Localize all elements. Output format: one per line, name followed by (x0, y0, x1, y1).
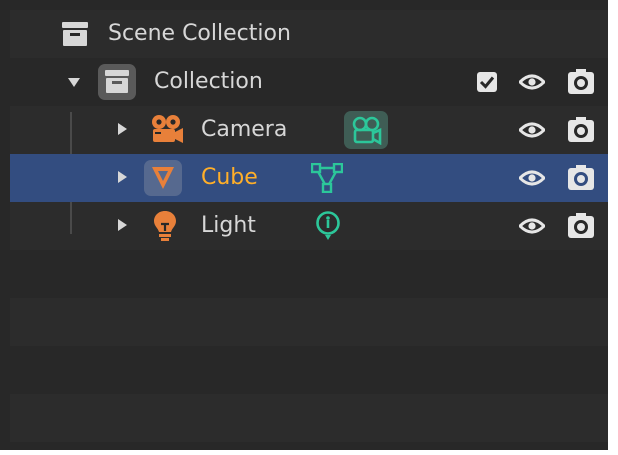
object-row-camera[interactable]: Camera (10, 106, 608, 154)
outliner-panel: Scene Collection Collection Camera Cube … (0, 0, 618, 455)
scene-collection-row[interactable]: Scene Collection (10, 10, 608, 58)
camera-render-icon[interactable] (567, 213, 595, 239)
light-data-icon[interactable] (315, 211, 341, 241)
eye-visibility-icon[interactable] (519, 119, 545, 141)
mesh-data-icon[interactable] (311, 163, 343, 193)
active-object-badge (144, 160, 182, 196)
scene-collection-icon (62, 22, 88, 46)
eye-visibility-icon[interactable] (519, 167, 545, 189)
eye-visibility-icon[interactable] (519, 215, 545, 237)
camera-render-icon[interactable] (567, 165, 595, 191)
mesh-object-icon (152, 167, 174, 189)
object-row-light[interactable]: Light (10, 202, 608, 250)
object-label: Cube (201, 165, 258, 190)
object-label: Light (201, 213, 256, 238)
row-stripe (10, 298, 608, 346)
object-row-cube[interactable]: Cube (10, 154, 608, 202)
camera-data-icon (352, 116, 382, 145)
camera-object-icon (152, 115, 183, 143)
exclude-checkbox-icon[interactable] (477, 72, 497, 92)
eye-visibility-icon[interactable] (519, 71, 545, 93)
collection-box-icon (105, 70, 129, 93)
expand-toggle[interactable] (68, 78, 80, 87)
expand-toggle[interactable] (118, 219, 127, 231)
scene-collection-label: Scene Collection (108, 21, 291, 46)
expand-toggle[interactable] (118, 171, 127, 183)
light-object-icon (154, 211, 176, 241)
expand-toggle[interactable] (118, 123, 127, 135)
row-stripe (10, 394, 608, 442)
object-label: Camera (201, 117, 288, 142)
camera-render-icon[interactable] (567, 69, 595, 95)
collection-label: Collection (154, 69, 263, 94)
collection-icon-badge (98, 64, 136, 100)
camera-render-icon[interactable] (567, 117, 595, 143)
frame-edge-bottom (0, 450, 618, 455)
frame-edge-right (608, 0, 618, 455)
camera-data-badge[interactable] (344, 111, 388, 149)
collection-row[interactable]: Collection (10, 58, 608, 106)
